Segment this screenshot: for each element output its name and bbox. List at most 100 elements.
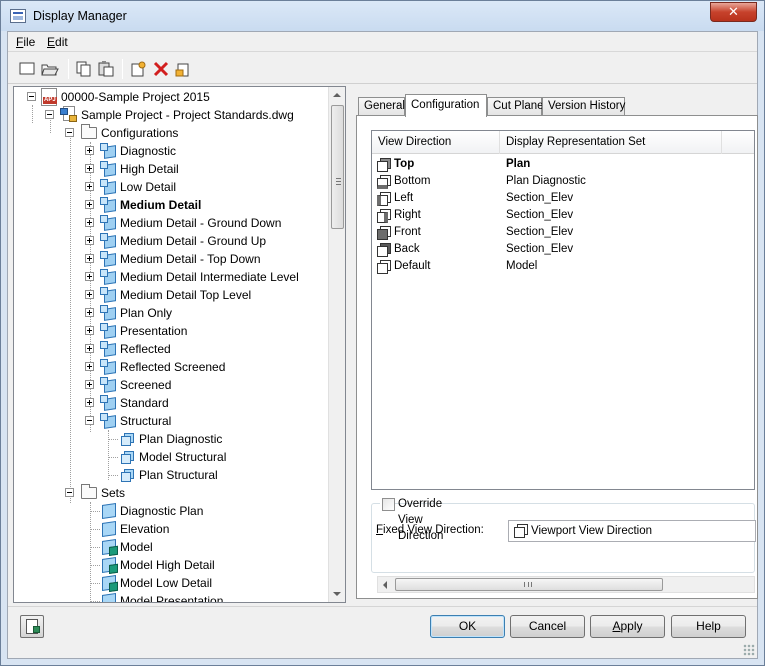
tree-node-plan-structural[interactable]: Plan Structural bbox=[14, 466, 328, 484]
expand-toggle[interactable] bbox=[85, 146, 94, 155]
tree-node-sets[interactable]: Sets bbox=[14, 484, 328, 502]
tree-node-set-model-presentation[interactable]: Model Presentation bbox=[14, 592, 328, 603]
tab-general[interactable]: General bbox=[358, 97, 405, 116]
panel-horizontal-scrollbar[interactable] bbox=[377, 576, 755, 593]
resize-grip[interactable] bbox=[743, 644, 755, 656]
tree-node-config-medium-detail-top-level[interactable]: Medium Detail Top Level bbox=[14, 286, 328, 304]
expand-toggle[interactable] bbox=[85, 308, 94, 317]
collapse-toggle[interactable] bbox=[27, 92, 36, 101]
expand-toggle[interactable] bbox=[85, 380, 94, 389]
expand-toggle[interactable] bbox=[85, 290, 94, 299]
tab-configuration[interactable]: Configuration bbox=[405, 94, 487, 117]
tree-node-config-medium-detail[interactable]: Medium Detail bbox=[14, 196, 328, 214]
representation-set-cell[interactable]: Plan Diagnostic bbox=[506, 173, 586, 190]
expand-toggle[interactable] bbox=[85, 254, 94, 263]
delete-icon[interactable] bbox=[152, 61, 170, 77]
title-bar[interactable]: Display Manager ✕ bbox=[1, 1, 764, 31]
ok-button[interactable]: OK bbox=[430, 615, 505, 638]
scroll-up-icon[interactable] bbox=[333, 93, 341, 97]
tab-version-history[interactable]: Version History bbox=[542, 97, 625, 116]
override-checkbox-row[interactable]: Override View Direction bbox=[380, 496, 443, 542]
style-tree[interactable]: 00000-Sample Project 2015 Sample Project… bbox=[13, 86, 346, 603]
representation-set-cell[interactable]: Section_Elev bbox=[506, 190, 573, 207]
expand-toggle[interactable] bbox=[85, 398, 94, 407]
scroll-left-icon[interactable] bbox=[383, 581, 387, 589]
representation-set-cell[interactable]: Section_Elev bbox=[506, 207, 573, 224]
drawing-setup-button[interactable] bbox=[20, 615, 44, 638]
expand-toggle[interactable] bbox=[85, 344, 94, 353]
tree-node-config-medium-detail-intermediate-level[interactable]: Medium Detail Intermediate Level bbox=[14, 268, 328, 286]
tree-node-config-medium-detail-ground-up[interactable]: Medium Detail - Ground Up bbox=[14, 232, 328, 250]
tree-node-configurations[interactable]: Configurations bbox=[14, 124, 328, 142]
scroll-down-icon[interactable] bbox=[333, 592, 341, 596]
column-view-direction[interactable]: View Direction bbox=[372, 131, 500, 154]
expand-toggle[interactable] bbox=[85, 200, 94, 209]
collapse-toggle[interactable] bbox=[65, 128, 74, 137]
tree-node-config-low-detail[interactable]: Low Detail bbox=[14, 178, 328, 196]
tree-node-set-model-low-detail[interactable]: Model Low Detail bbox=[14, 574, 328, 592]
fixed-view-direction-select[interactable]: Viewport View Direction bbox=[508, 520, 756, 542]
paste-icon[interactable] bbox=[97, 61, 115, 77]
view-direction-table[interactable]: View Direction Display Representation Se… bbox=[371, 130, 755, 490]
purge-icon[interactable] bbox=[174, 61, 192, 77]
expand-toggle[interactable] bbox=[85, 164, 94, 173]
tree-node-set-model[interactable]: Model bbox=[14, 538, 328, 556]
tree-node-config-standard[interactable]: Standard bbox=[14, 394, 328, 412]
tree-node-project[interactable]: 00000-Sample Project 2015 bbox=[14, 88, 328, 106]
open-icon[interactable] bbox=[41, 61, 59, 77]
table-row[interactable]: Front Section_Elev bbox=[372, 224, 754, 241]
tree-node-set-model-high-detail[interactable]: Model High Detail bbox=[14, 556, 328, 574]
table-row[interactable]: Left Section_Elev bbox=[372, 190, 754, 207]
tree-node-config-structural[interactable]: Structural bbox=[14, 412, 328, 430]
expand-toggle[interactable] bbox=[85, 218, 94, 227]
cancel-button[interactable]: Cancel bbox=[510, 615, 585, 638]
tab-cut-plane[interactable]: Cut Plane bbox=[487, 97, 544, 116]
tree-node-config-screened[interactable]: Screened bbox=[14, 376, 328, 394]
table-row[interactable]: Bottom Plan Diagnostic bbox=[372, 173, 754, 190]
tree-node-set-diagnostic-plan[interactable]: Diagnostic Plan bbox=[14, 502, 328, 520]
tree-node-set-elevation[interactable]: Elevation bbox=[14, 520, 328, 538]
scroll-thumb[interactable] bbox=[395, 578, 663, 591]
menu-edit[interactable]: Edit bbox=[47, 35, 68, 49]
tree-node-config-high-detail[interactable]: High Detail bbox=[14, 160, 328, 178]
override-checkbox[interactable] bbox=[382, 498, 395, 511]
tree-node-plan-diagnostic[interactable]: Plan Diagnostic bbox=[14, 430, 328, 448]
scroll-thumb[interactable] bbox=[331, 105, 344, 229]
expand-toggle[interactable] bbox=[85, 326, 94, 335]
tree-node-drawing[interactable]: Sample Project - Project Standards.dwg bbox=[14, 106, 328, 124]
tree-node-config-presentation[interactable]: Presentation bbox=[14, 322, 328, 340]
new-style-icon[interactable] bbox=[129, 61, 147, 77]
tree-node-config-medium-detail-top-down[interactable]: Medium Detail - Top Down bbox=[14, 250, 328, 268]
tree-node-model-structural[interactable]: Model Structural bbox=[14, 448, 328, 466]
copy-icon[interactable] bbox=[75, 61, 93, 77]
expand-toggle[interactable] bbox=[85, 362, 94, 371]
collapse-toggle[interactable] bbox=[45, 110, 54, 119]
apply-button[interactable]: Apply bbox=[590, 615, 665, 638]
expand-toggle[interactable] bbox=[85, 236, 94, 245]
column-display-representation-set[interactable]: Display Representation Set bbox=[500, 131, 722, 154]
table-row[interactable]: Back Section_Elev bbox=[372, 241, 754, 258]
table-row[interactable]: Right Section_Elev bbox=[372, 207, 754, 224]
collapse-toggle[interactable] bbox=[65, 488, 74, 497]
expand-toggle[interactable] bbox=[85, 182, 94, 191]
representation-set-cell[interactable]: Section_Elev bbox=[506, 224, 573, 241]
expand-toggle[interactable] bbox=[85, 272, 94, 281]
tree-node-label: Configurations bbox=[101, 126, 179, 140]
tree-node-label: Model Presentation bbox=[120, 594, 224, 603]
close-button[interactable]: ✕ bbox=[710, 2, 757, 22]
new-icon[interactable] bbox=[18, 61, 36, 77]
table-row[interactable]: Default Model bbox=[372, 258, 754, 275]
representation-set-cell[interactable]: Plan bbox=[506, 156, 530, 173]
tree-node-config-reflected-screened[interactable]: Reflected Screened bbox=[14, 358, 328, 376]
representation-set-cell[interactable]: Section_Elev bbox=[506, 241, 573, 258]
table-row[interactable]: Top Plan bbox=[372, 156, 754, 173]
collapse-toggle[interactable] bbox=[85, 416, 94, 425]
tree-node-config-reflected[interactable]: Reflected bbox=[14, 340, 328, 358]
tree-node-config-plan-only[interactable]: Plan Only bbox=[14, 304, 328, 322]
tree-node-config-medium-detail-ground-down[interactable]: Medium Detail - Ground Down bbox=[14, 214, 328, 232]
representation-set-cell[interactable]: Model bbox=[506, 258, 537, 275]
tree-vertical-scrollbar[interactable] bbox=[328, 87, 345, 602]
menu-file[interactable]: File bbox=[16, 35, 35, 49]
help-button[interactable]: Help bbox=[671, 615, 746, 638]
tree-node-config-diagnostic[interactable]: Diagnostic bbox=[14, 142, 328, 160]
